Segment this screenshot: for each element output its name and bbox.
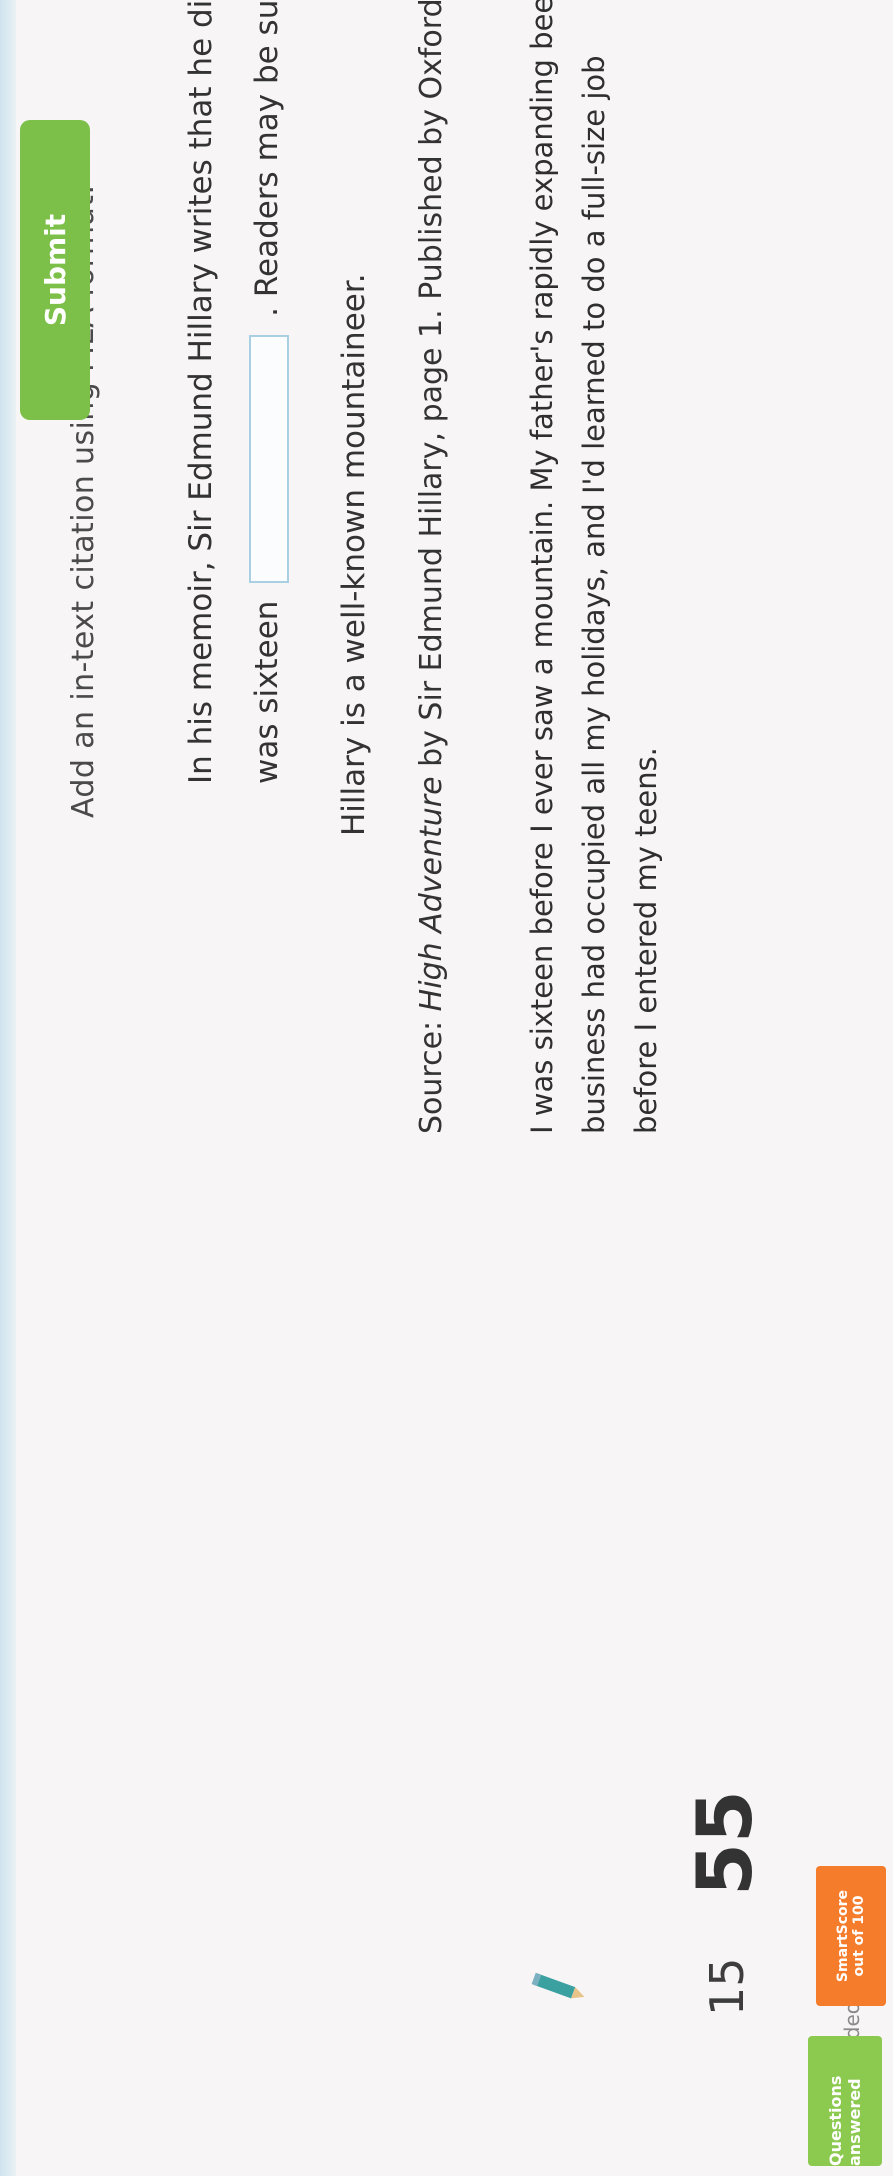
paragraph-line-1: In his memoir, Sir Edmund Hillary writes… (183, 0, 219, 784)
questions-count: 15 (700, 1957, 754, 2016)
problem-paragraph: In his memoir, Sir Edmund Hillary writes… (168, 0, 300, 784)
source-quote: I was sixteen before I ever saw a mounta… (516, 0, 672, 1134)
rotated-stage: Add an in-text citation using MLA format… (0, 0, 893, 2176)
quote-line-3: before I entered my teens. (629, 747, 663, 1134)
smartscore-value: 55 (680, 1790, 769, 1896)
source-details: by Sir Edmund Hillary, page 1. Published… (414, 0, 449, 777)
source-title: High Adventure (414, 776, 449, 1012)
quote-line-2: business had occupied all my holidays, a… (577, 55, 611, 1134)
paragraph-line-2: was sixteen . Readers may be surprised b… (234, 0, 300, 784)
source-prefix: Source: (414, 1011, 449, 1134)
smartscore-sub: out of 100 (851, 1895, 867, 1977)
submit-button[interactable]: Submit (20, 120, 90, 420)
citation-input[interactable] (248, 334, 289, 583)
paragraph-line-2-start: was sixteen (249, 600, 285, 784)
smartscore-label: SmartScore (835, 1889, 851, 1983)
quote-line-1: I was sixteen before I ever saw a mounta… (525, 0, 559, 1134)
paragraph-line-2-end: . Readers may be surprised by this fact … (249, 0, 285, 317)
smartscore-badge: SmartScore out of 100 (816, 1866, 886, 2006)
paragraph-line-3: Hillary is a well-known mountaineer. (336, 273, 372, 836)
source-line: Source: High Adventure by Sir Edmund Hil… (414, 0, 449, 1134)
questions-answered-badge: Questions answered (808, 2036, 882, 2166)
